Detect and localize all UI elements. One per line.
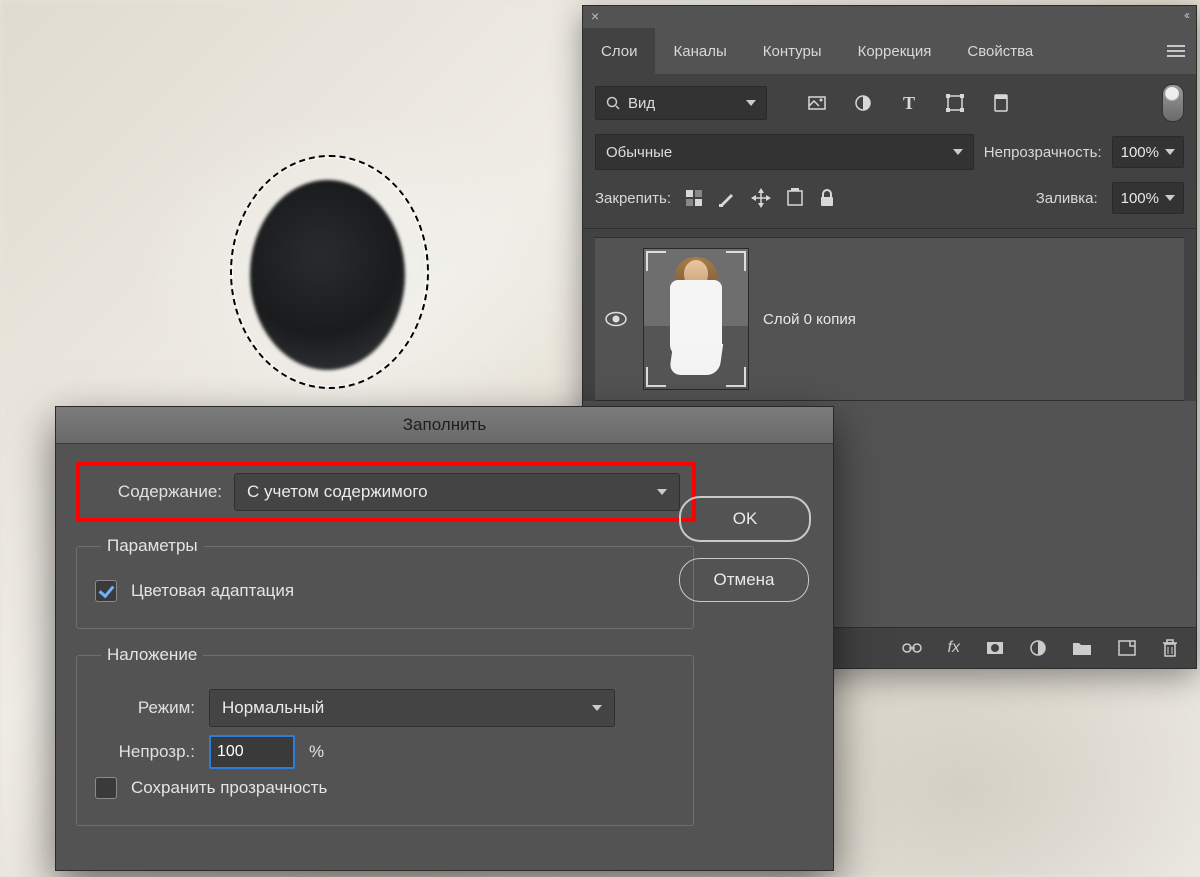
- opacity-value-box[interactable]: 100%: [1112, 136, 1184, 168]
- cancel-label: Отмена: [714, 570, 775, 590]
- fill-label: Заливка:: [1036, 190, 1098, 207]
- tab-label: Коррекция: [858, 43, 932, 60]
- color-adaptation-label: Цветовая адаптация: [131, 581, 294, 601]
- tab-label: Контуры: [763, 43, 822, 60]
- preserve-transparency-checkbox[interactable]: [95, 777, 117, 799]
- params-group: Параметры Цветовая адаптация: [76, 536, 694, 629]
- blend-mode-select[interactable]: Обычные: [595, 134, 974, 170]
- canvas-button-object: [250, 180, 405, 370]
- panel-tabs: Слои Каналы Контуры Коррекция Свойства: [583, 28, 1196, 74]
- preserve-transparency-label: Сохранить прозрачность: [131, 778, 327, 798]
- filter-shape-icon[interactable]: [945, 93, 965, 113]
- color-adaptation-checkbox[interactable]: [95, 580, 117, 602]
- fill-value: 100%: [1121, 190, 1159, 207]
- filter-label: Вид: [628, 95, 655, 112]
- blend-mode-value: Обычные: [606, 144, 672, 161]
- fill-dialog: Заполнить Содержание: С учетом содержимо…: [55, 406, 834, 871]
- mask-icon[interactable]: [986, 641, 1004, 655]
- chevron-down-icon: [1165, 149, 1175, 155]
- opacity-suffix: %: [309, 742, 324, 762]
- filter-adjust-icon[interactable]: [853, 93, 873, 113]
- layer-thumbnail[interactable]: [643, 248, 749, 390]
- filter-icons: T: [807, 93, 1011, 113]
- lock-brush-icon[interactable]: [717, 188, 737, 208]
- chevron-down-icon: [953, 149, 963, 155]
- layer-name[interactable]: Слой 0 копия: [763, 311, 856, 328]
- dialog-opacity-label: Непрозр.:: [95, 742, 195, 762]
- mode-label: Режим:: [95, 698, 195, 718]
- trash-icon[interactable]: [1162, 639, 1178, 657]
- fx-icon[interactable]: fx: [948, 639, 960, 657]
- tab-channels[interactable]: Каналы: [655, 28, 744, 74]
- tab-adjustments[interactable]: Коррекция: [840, 28, 950, 74]
- filter-text-icon[interactable]: T: [899, 93, 919, 113]
- panel-header[interactable]: × ‹‹: [583, 6, 1196, 28]
- close-icon[interactable]: ×: [591, 8, 599, 24]
- content-value: С учетом содержимого: [247, 482, 428, 502]
- params-legend: Параметры: [101, 536, 204, 556]
- lock-all-icon[interactable]: [819, 189, 835, 207]
- chevron-down-icon: [1165, 195, 1175, 201]
- filter-smart-icon[interactable]: [991, 93, 1011, 113]
- layer-row[interactable]: Слой 0 копия: [595, 237, 1184, 401]
- tab-layers[interactable]: Слои: [583, 28, 655, 74]
- visibility-toggle[interactable]: [605, 311, 629, 327]
- content-row-highlight: Содержание: С учетом содержимого: [76, 462, 696, 522]
- blend-legend: Наложение: [101, 645, 203, 665]
- layer-list: Слой 0 копия: [583, 228, 1196, 401]
- blending-group: Наложение Режим: Нормальный Непрозр.: % …: [76, 645, 694, 826]
- content-select[interactable]: С учетом содержимого: [234, 473, 680, 511]
- fill-value-box[interactable]: 100%: [1112, 182, 1184, 214]
- opacity-value: 100%: [1121, 144, 1159, 161]
- mode-value: Нормальный: [222, 698, 324, 718]
- tab-paths[interactable]: Контуры: [745, 28, 840, 74]
- collapse-icon[interactable]: ‹‹: [1184, 8, 1188, 22]
- ok-label: OK: [733, 509, 758, 529]
- panel-body: Вид T Обычные Непрозрачность: 100%: [583, 74, 1196, 401]
- eye-icon: [605, 311, 627, 327]
- search-icon: [606, 96, 620, 110]
- dialog-title[interactable]: Заполнить: [56, 407, 833, 444]
- layer-filter-select[interactable]: Вид: [595, 86, 767, 120]
- group-icon[interactable]: [1072, 640, 1092, 656]
- opacity-label: Непрозрачность:: [984, 144, 1102, 161]
- cancel-button[interactable]: Отмена: [679, 558, 809, 602]
- lock-position-icon[interactable]: [751, 188, 771, 208]
- lock-pixels-icon[interactable]: [685, 189, 703, 207]
- filter-toggle[interactable]: [1162, 84, 1184, 122]
- chevron-down-icon: [746, 100, 756, 106]
- panel-menu-icon[interactable]: [1156, 28, 1196, 74]
- new-layer-icon[interactable]: [1118, 640, 1136, 656]
- tab-properties[interactable]: Свойства: [949, 28, 1051, 74]
- chevron-down-icon: [592, 705, 602, 711]
- lock-artboard-icon[interactable]: [785, 188, 805, 208]
- lock-label: Закрепить:: [595, 190, 671, 207]
- tab-label: Свойства: [967, 43, 1033, 60]
- opacity-input[interactable]: [209, 735, 295, 769]
- ok-button[interactable]: OK: [679, 496, 811, 542]
- filter-pixel-icon[interactable]: [807, 93, 827, 113]
- tab-label: Каналы: [673, 43, 726, 60]
- tab-label: Слои: [601, 43, 637, 60]
- link-layers-icon[interactable]: [902, 641, 922, 655]
- chevron-down-icon: [657, 489, 667, 495]
- adjustment-icon[interactable]: [1030, 640, 1046, 656]
- content-label: Содержание:: [92, 482, 222, 502]
- mode-select[interactable]: Нормальный: [209, 689, 615, 727]
